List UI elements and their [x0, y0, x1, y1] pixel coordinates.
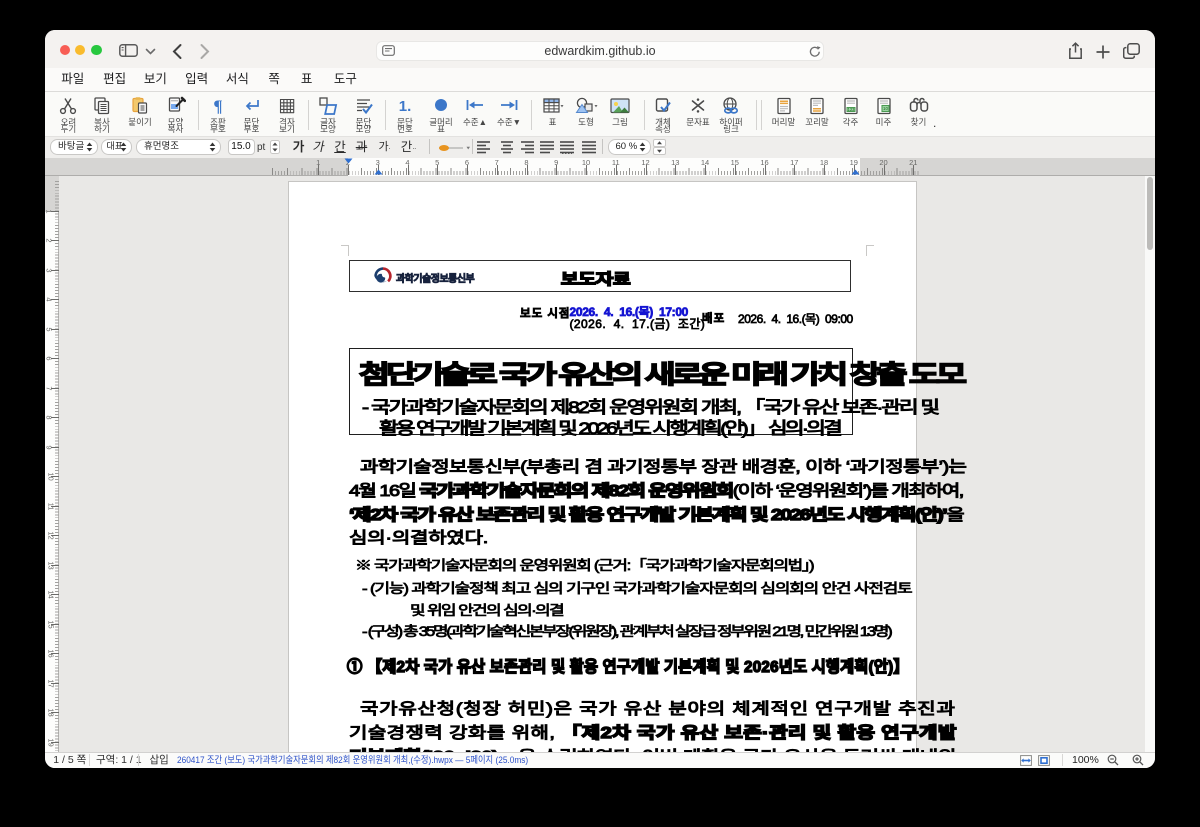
svg-text:1.: 1.	[399, 98, 412, 115]
svg-text:10: 10	[882, 106, 888, 111]
